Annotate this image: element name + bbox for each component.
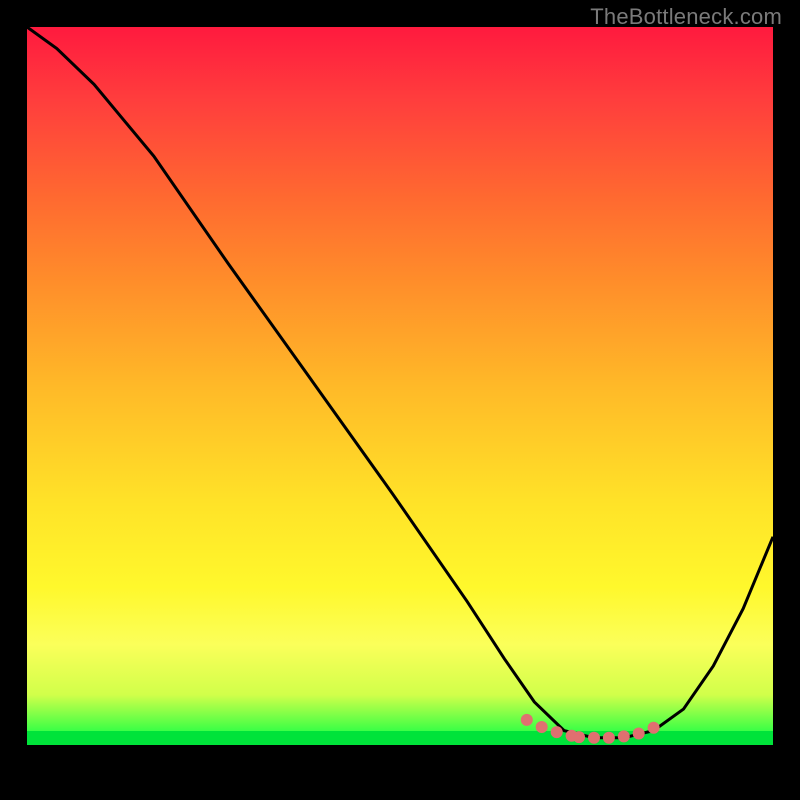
range-marker (648, 722, 660, 734)
range-marker (588, 732, 600, 744)
range-marker (603, 732, 615, 744)
selected-range-markers (521, 714, 660, 744)
range-marker (573, 731, 585, 743)
range-marker (633, 728, 645, 740)
range-marker (521, 714, 533, 726)
curve-overlay (27, 27, 773, 745)
range-marker (618, 730, 630, 742)
bottleneck-curve (27, 27, 773, 738)
chart-frame: TheBottleneck.com (0, 0, 800, 800)
range-marker (536, 721, 548, 733)
range-marker (551, 726, 563, 738)
